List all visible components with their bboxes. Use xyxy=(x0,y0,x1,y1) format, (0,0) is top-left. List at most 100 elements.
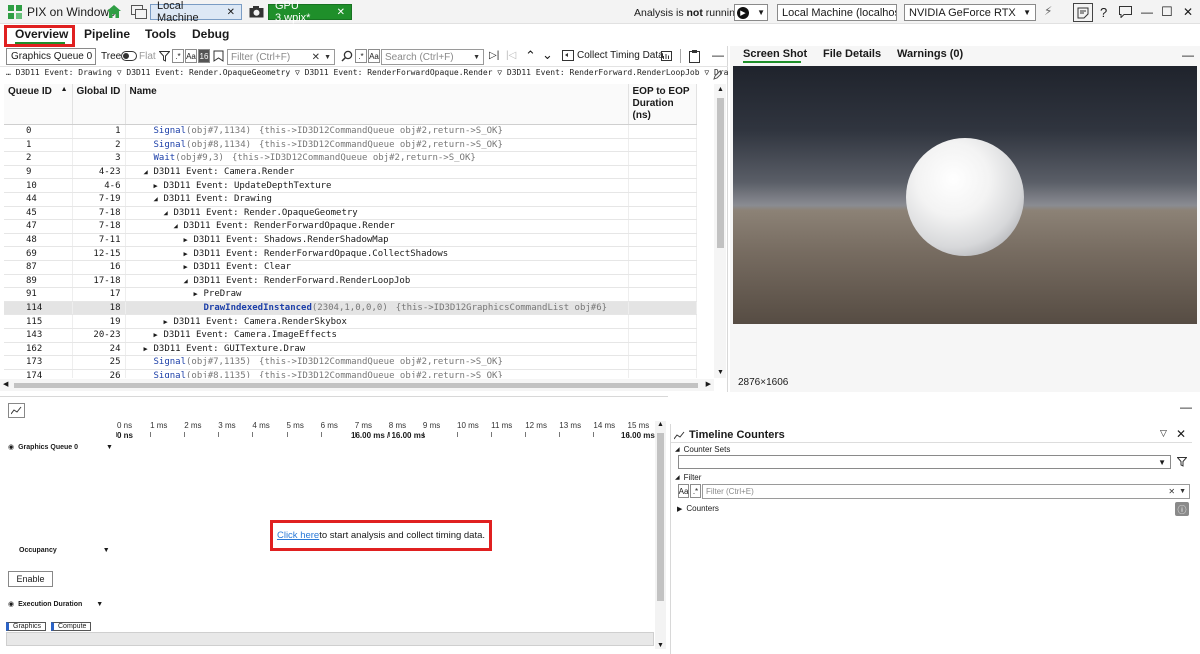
frame-screenshot[interactable] xyxy=(733,66,1197,324)
horizontal-scrollbar[interactable]: ◀ ▶ xyxy=(0,379,714,391)
close-window-button[interactable]: ✕ xyxy=(1183,5,1193,19)
counter-sets-section[interactable]: ◢ Counter Sets xyxy=(675,445,730,454)
close-icon[interactable]: ✕ xyxy=(227,7,235,18)
tab-warnings[interactable]: Warnings (0) xyxy=(897,48,963,60)
adapter-select[interactable]: NVIDIA GeForce RTX 2080 Ti▼ xyxy=(904,4,1036,21)
minimize-button[interactable]: — xyxy=(1141,5,1153,19)
tree-expander-icon[interactable]: ▶ xyxy=(194,290,204,298)
edit-icon[interactable] xyxy=(713,70,722,80)
run-analysis-button[interactable]: ▶ ▼ xyxy=(734,4,768,21)
previous-item-icon[interactable]: ⌃ xyxy=(525,48,536,64)
tree-expander-icon[interactable]: ▶ xyxy=(164,318,174,326)
lane-execution-duration[interactable]: ◉ Execution Duration ▼ xyxy=(8,600,103,609)
collapse-pane-button[interactable]: — xyxy=(1182,48,1194,62)
tree-expander-icon[interactable]: ◢ xyxy=(164,209,174,217)
scroll-thumb[interactable] xyxy=(14,383,698,388)
vertical-scrollbar[interactable]: ▲ ▼ xyxy=(714,84,726,378)
tab-overview[interactable]: Overview xyxy=(15,27,68,41)
counters-filter-input[interactable]: Filter (Ctrl+E) ✕ ▼ xyxy=(702,484,1190,499)
table-row[interactable]: 89 17-18 ◢ D3D11 Event: RenderForward.Rende… xyxy=(4,274,697,289)
tab-graphics[interactable]: Graphics xyxy=(6,622,47,631)
table-row[interactable]: 48 7-11 ▶ D3D11 Event: Shadows.RenderShadow… xyxy=(4,233,697,248)
search-case-toggle[interactable]: Aa xyxy=(368,49,380,63)
tab-gpu-capture[interactable]: GPU 3.wpix* ✕ xyxy=(268,0,352,24)
table-row[interactable]: 114 18 DrawIndexedInstanced(2304,1,0,0,0) {… xyxy=(4,301,697,316)
table-row[interactable]: 2 3 Wait(obj#9,3) {this->ID3D12CommandQueue… xyxy=(4,151,697,166)
table-row[interactable]: 173 25 Signal(obj#7,1135) {this->ID3D12Comm… xyxy=(4,355,697,370)
scroll-down-icon[interactable]: ▼ xyxy=(717,369,724,376)
queue-select[interactable]: Graphics Queue 0▼ xyxy=(6,48,96,65)
tree-expander-icon[interactable]: ▶ xyxy=(154,331,164,339)
scroll-down-icon[interactable]: ▼ xyxy=(657,642,664,649)
clipboard-icon[interactable] xyxy=(689,50,700,63)
lane-occupancy[interactable]: Occupancy ▼ xyxy=(19,547,110,554)
tree-expander-icon[interactable]: ◢ xyxy=(174,222,184,230)
help-button[interactable]: ? xyxy=(1100,5,1107,20)
plugin-icon[interactable]: ⚡ xyxy=(1044,4,1052,18)
table-row[interactable]: 115 19 ▶ D3D11 Event: Camera.RenderSkybox xyxy=(4,314,697,329)
click-here-link[interactable]: Click here xyxy=(277,530,319,541)
scroll-up-icon[interactable]: ▲ xyxy=(657,421,664,428)
next-result-icon[interactable]: ▷| xyxy=(489,50,499,61)
table-row[interactable]: 162 24 ▶ D3D11 Event: GUITexture.Draw xyxy=(4,342,697,357)
tree-flat-toggle[interactable] xyxy=(121,51,137,61)
scroll-thumb[interactable] xyxy=(717,98,724,248)
table-row[interactable]: 47 7-18 ◢ D3D11 Event: RenderForwardOpaque.… xyxy=(4,219,697,234)
scroll-left-icon[interactable]: ◀ xyxy=(3,380,8,388)
tab-local-machine[interactable]: Local Machine ✕ xyxy=(150,0,242,24)
case-toggle[interactable]: Aa xyxy=(185,49,197,63)
table-row[interactable]: 45 7-18 ◢ D3D11 Event: Render.OpaqueGeometr… xyxy=(4,206,697,221)
table-row[interactable]: 143 20-23 ▶ D3D11 Event: Camera.ImageEffect… xyxy=(4,328,697,343)
table-row[interactable]: 69 12-15 ▶ D3D11 Event: RenderForwardOpaque… xyxy=(4,246,697,261)
tab-file-details[interactable]: File Details xyxy=(823,48,881,60)
filter-icon[interactable] xyxy=(1177,457,1187,467)
counters-case-toggle[interactable]: Aa xyxy=(678,484,689,498)
tab-debug[interactable]: Debug xyxy=(192,27,229,41)
timeline-vertical-scrollbar[interactable]: ▲ ▼ xyxy=(655,421,666,649)
enable-button[interactable]: Enable xyxy=(8,571,53,587)
chevron-down-icon[interactable]: ▼ xyxy=(103,547,110,554)
tree-expander-icon[interactable]: ▶ xyxy=(144,345,154,353)
chevron-down-icon[interactable]: ▼ xyxy=(106,444,113,451)
table-row[interactable]: 0 1 Signal(obj#7,1134) {this->ID3D12Command… xyxy=(4,124,697,139)
connections-icon[interactable] xyxy=(131,5,147,19)
chevron-down-icon[interactable]: ▼ xyxy=(1179,488,1186,495)
table-row[interactable]: 87 16 ▶ D3D11 Event: Clear xyxy=(4,260,697,275)
table-row[interactable]: 1 2 Signal(obj#8,1134) {this->ID3D12Command… xyxy=(4,138,697,153)
clear-filter-icon[interactable]: ✕ xyxy=(312,52,320,63)
tree-expander-icon[interactable]: ▶ xyxy=(154,182,164,190)
search-input[interactable]: Search (Ctrl+F) ▼ xyxy=(381,49,484,65)
scroll-up-icon[interactable]: ▲ xyxy=(717,86,724,93)
filter-section[interactable]: ◢ Filter xyxy=(675,473,701,482)
tree-expander-icon[interactable]: ◢ xyxy=(154,195,164,203)
camera-icon[interactable] xyxy=(249,5,264,18)
column-header-global-id[interactable]: Global ID xyxy=(72,84,126,125)
counters-section[interactable]: ▶ Counters xyxy=(677,504,719,513)
target-machine-select[interactable]: Local Machine (localhost)▼ xyxy=(777,4,897,21)
last-result-icon[interactable]: |◁ xyxy=(506,50,516,61)
lane-graphics-queue[interactable]: ◉ Graphics Queue 0 ▼ xyxy=(8,443,113,452)
chevron-down-icon[interactable]: ▼ xyxy=(324,54,331,61)
filter-icon[interactable] xyxy=(159,51,170,62)
scroll-thumb[interactable] xyxy=(657,433,664,601)
clear-filter-icon[interactable]: ✕ xyxy=(1168,487,1175,496)
chart-icon[interactable] xyxy=(661,51,672,61)
timeline-horizontal-scrollbar[interactable] xyxy=(6,632,654,646)
search-regex-toggle[interactable]: .* xyxy=(355,49,367,63)
column-header-name[interactable]: Name xyxy=(125,84,629,125)
maximize-button[interactable]: ☐ xyxy=(1161,4,1173,20)
counters-regex-toggle[interactable]: .* xyxy=(690,484,701,498)
table-row[interactable]: 91 17 ▶ PreDraw xyxy=(4,287,697,302)
regex-toggle[interactable]: .* xyxy=(172,49,184,63)
chevron-down-icon[interactable]: ▽ xyxy=(1160,428,1167,439)
tab-pipeline[interactable]: Pipeline xyxy=(84,27,130,41)
tree-expander-icon[interactable]: ▶ xyxy=(184,250,194,258)
tree-expander-icon[interactable]: ◢ xyxy=(184,277,194,285)
notes-button[interactable] xyxy=(1073,3,1093,22)
collect-timing-button[interactable]: Collect Timing Data xyxy=(562,50,664,61)
next-item-icon[interactable]: ⌄ xyxy=(542,47,553,63)
chevron-down-icon[interactable]: ▼ xyxy=(473,54,480,61)
collapse-pane-button[interactable]: — xyxy=(712,48,724,62)
column-header-eop-duration[interactable]: EOP to EOP Duration (ns) xyxy=(628,84,697,125)
tree-expander-icon[interactable]: ◢ xyxy=(144,168,154,176)
